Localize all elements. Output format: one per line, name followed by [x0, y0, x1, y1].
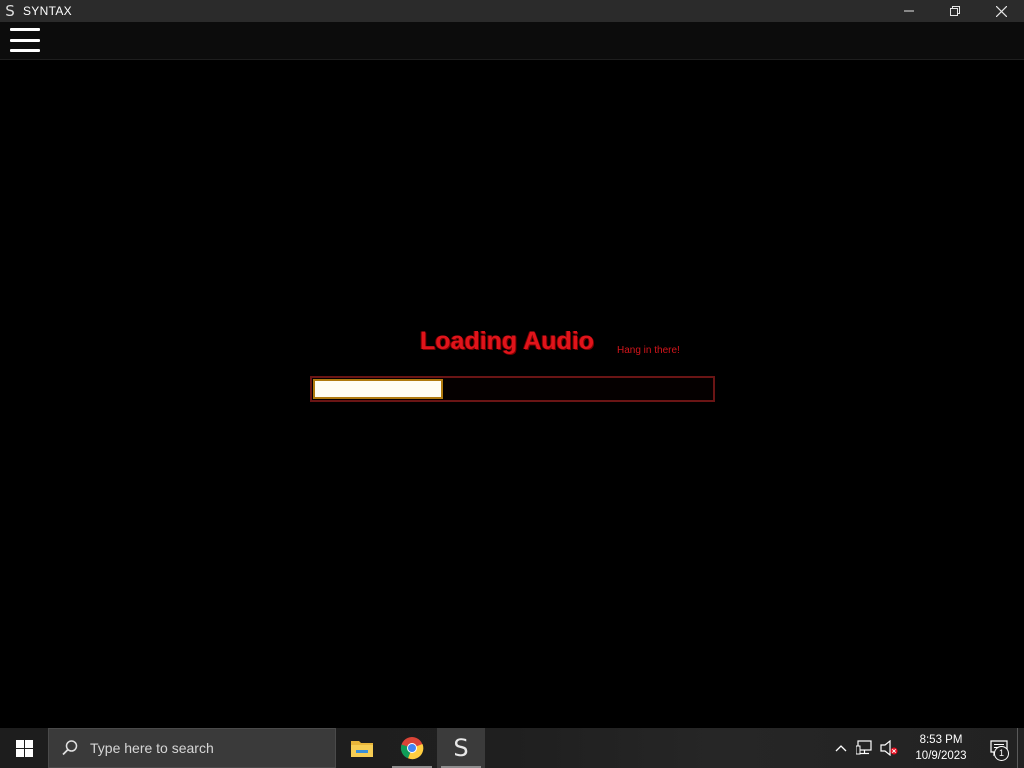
- taskbar: S 8:53 PM 10/9/2023: [0, 728, 1024, 768]
- network-icon: [856, 740, 872, 755]
- taskbar-clock[interactable]: 8:53 PM 10/9/2023: [907, 732, 975, 764]
- progress-bar: [310, 376, 715, 402]
- search-input[interactable]: [88, 739, 322, 757]
- close-button[interactable]: [978, 0, 1024, 22]
- minimize-icon: [904, 10, 914, 12]
- taskbar-app-file-explorer[interactable]: [338, 728, 386, 768]
- windows-start-icon: [15, 739, 33, 757]
- restore-button[interactable]: [932, 0, 978, 22]
- volume-button[interactable]: [877, 728, 901, 768]
- loading-subtitle: Hang in there!: [617, 345, 680, 356]
- close-icon: [995, 5, 1007, 17]
- app-header: [0, 22, 1024, 60]
- restore-icon: [950, 6, 960, 16]
- loading-title: Loading Audio: [420, 327, 595, 355]
- app-logo-icon: S: [5, 2, 15, 20]
- show-desktop-button[interactable]: [1017, 728, 1024, 768]
- syntax-app-icon: S: [453, 734, 469, 762]
- main-content: Loading Audio Hang in there!: [0, 60, 1024, 728]
- window-title: SYNTAX: [23, 4, 72, 18]
- search-icon: [60, 738, 80, 758]
- window-controls: [886, 0, 1024, 22]
- chrome-icon: [400, 737, 424, 760]
- title-bar: S SYNTAX: [0, 0, 1024, 22]
- system-tray: 8:53 PM 10/9/2023 1: [829, 728, 1024, 768]
- tray-overflow-button[interactable]: [829, 728, 853, 768]
- notification-badge: 1: [994, 746, 1009, 761]
- network-button[interactable]: [853, 728, 877, 768]
- action-center-button[interactable]: 1: [981, 728, 1017, 768]
- folder-icon: [351, 741, 373, 757]
- progress-bar-fill: [313, 379, 443, 399]
- clock-date: 10/9/2023: [915, 750, 967, 762]
- hamburger-menu-icon[interactable]: [10, 28, 40, 52]
- minimize-button[interactable]: [886, 0, 932, 22]
- taskbar-search[interactable]: [48, 728, 336, 768]
- clock-time: 8:53 PM: [919, 734, 963, 746]
- start-button[interactable]: [0, 728, 48, 768]
- taskbar-app-syntax[interactable]: S: [437, 728, 485, 768]
- taskbar-app-chrome[interactable]: [388, 728, 436, 768]
- chevron-up-icon: [835, 745, 847, 752]
- volume-muted-icon: [880, 740, 898, 756]
